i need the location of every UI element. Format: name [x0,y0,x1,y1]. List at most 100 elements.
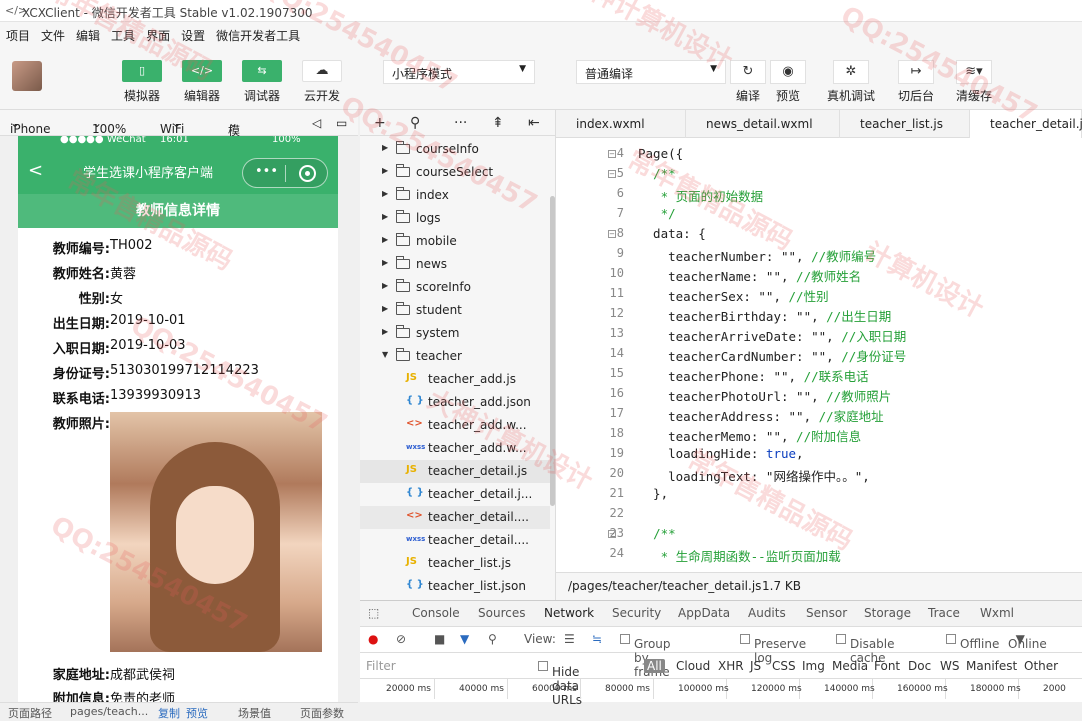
type-all[interactable]: All [644,659,665,673]
code-area[interactable]: 4− Page({5− /** 6 * 页面的初始数据 7 */8− data: {9… [556,146,1082,576]
tree-item[interactable]: JS teacher_list.js [360,552,550,575]
tree-item[interactable]: <> teacher_detail.... [360,506,550,529]
avatar[interactable] [12,61,42,91]
tree-item[interactable]: ▶ scoreInfo [360,276,550,299]
collapse-icon[interactable]: ⇤ [528,115,540,131]
tab-network[interactable]: Network [544,606,594,620]
tree-item[interactable]: ▶ index [360,184,550,207]
menu-settings[interactable]: 设置 [175,22,210,44]
camera-icon[interactable]: ■ [434,632,445,646]
menu-view[interactable]: 界面 [140,22,175,44]
tab-appdata[interactable]: AppData [678,606,730,620]
debugger-toggle-button[interactable]: ⇆ [242,60,282,82]
record-icon[interactable]: ● [368,632,378,646]
type-js[interactable]: JS [750,659,761,673]
chevron-right-icon[interactable]: ▶ [382,258,388,267]
tree-item[interactable]: <> teacher_add.w... [360,414,550,437]
filter-input[interactable]: Filter [366,659,396,673]
tab-teacher-detail-js[interactable]: teacher_detail.js [970,110,1082,138]
disable-cache-checkbox[interactable]: Disable cache [836,632,895,665]
tree-item[interactable]: { } teacher_add.json [360,391,550,414]
type-manifest[interactable]: Manifest [966,659,1017,673]
network-timeline[interactable]: 20000 ms 40000 ms 60000 ms 80000 ms 100000 m… [360,679,1082,703]
tree-item[interactable]: { } teacher_list.json [360,575,550,598]
tree-item[interactable]: ▶ news [360,253,550,276]
chevron-right-icon[interactable]: ▶ [382,166,388,175]
list-view-icon[interactable]: ☰ [564,632,575,646]
network-select[interactable]: WiFi ⌄ [160,116,184,136]
close-mini-program-icon[interactable] [299,165,316,182]
type-xhr[interactable]: XHR [718,659,744,673]
type-ws[interactable]: WS [940,659,959,673]
offline-checkbox[interactable]: Offline [946,632,999,651]
cloud-dev-button[interactable]: ☁ [302,60,342,82]
background-button[interactable]: ↦ [898,60,934,84]
remote-debug-button[interactable]: ✲ [833,60,869,84]
compile-mode-select[interactable]: 普通编译 ▼ [576,60,726,84]
copy-link[interactable]: 复制 [158,705,180,721]
tree-item[interactable]: ▶ system [360,322,550,345]
editor-toggle-button[interactable]: </> [182,60,222,82]
volume-icon[interactable]: ◁ [312,116,321,130]
menu-edit[interactable]: 编辑 [70,22,105,44]
preview-button[interactable]: ◉ [770,60,806,84]
tab-audits[interactable]: Audits [748,606,786,620]
preview-link[interactable]: 预览 [186,705,208,721]
chevron-right-icon[interactable]: ▶ [382,143,388,152]
tab-teacher-list-js[interactable]: teacher_list.js [840,110,970,138]
chevron-right-icon[interactable]: ▶ [382,235,388,244]
tab-index-wxml[interactable]: index.wxml [556,110,686,138]
tab-sensor[interactable]: Sensor [806,606,847,620]
tree-item[interactable]: ▼ teacher [360,345,550,368]
clear-cache-button[interactable]: ≋▾ [956,60,992,84]
capsule-menu[interactable]: ••• [242,158,328,188]
tab-security[interactable]: Security [612,606,661,620]
tree-item[interactable]: JS teacher_add.js [360,368,550,391]
tree-item[interactable]: ▶ logs [360,207,550,230]
tab-sources[interactable]: Sources [478,606,525,620]
hide-data-urls-checkbox[interactable]: Hide data URLs [538,659,582,707]
type-img[interactable]: Img [802,659,825,673]
tab-console[interactable]: Console [412,606,460,620]
operation-select[interactable]: 模拟操作 ⌄ [228,116,240,189]
chevron-right-icon[interactable]: ▶ [382,212,388,221]
tab-wxml[interactable]: Wxml [980,606,1014,620]
type-css[interactable]: CSS [772,659,796,673]
waterfall-view-icon[interactable]: ≒ [592,632,602,646]
scene-label[interactable]: 场景值 [238,705,271,721]
tab-storage[interactable]: Storage [864,606,911,620]
simulator-toggle-button[interactable]: ▯ [122,60,162,82]
tree-item[interactable]: ▶ mobile [360,230,550,253]
fold-toggle-icon[interactable]: − [608,170,616,178]
chevron-right-icon[interactable]: ▶ [382,189,388,198]
tab-trace[interactable]: Trace [928,606,960,620]
tree-item[interactable]: wxss teacher_add.w... [360,437,550,460]
fold-toggle-icon[interactable]: − [608,230,616,238]
more-icon[interactable]: ••• [255,164,278,179]
fold-toggle-icon[interactable]: − [608,530,616,538]
sort-icon[interactable]: ⇞ [492,115,504,131]
type-cloud[interactable]: Cloud [676,659,710,673]
inspect-icon[interactable]: ⬚ [368,606,379,620]
throttle-select[interactable]: Online ▼ [1008,632,1047,651]
search-icon[interactable]: ⚲ [410,115,420,131]
chevron-right-icon[interactable]: ▶ [382,281,388,290]
tree-item[interactable]: ▶ courseSelect [360,161,550,184]
filter-icon[interactable]: ▼ [460,632,469,646]
menu-wechat-devtools[interactable]: 微信开发者工具 [210,22,305,44]
type-doc[interactable]: Doc [908,659,931,673]
tree-item[interactable]: ▶ courseInfo [360,138,550,161]
plus-icon[interactable]: + [374,115,386,131]
more-icon[interactable]: ··· [454,115,467,131]
type-font[interactable]: Font [874,659,900,673]
tree-item[interactable]: { } teacher_detail.j... [360,483,550,506]
mode-select[interactable]: 小程序模式 ▼ [383,60,535,84]
tree-scrollbar[interactable] [550,196,555,506]
chevron-right-icon[interactable]: ▶ [382,304,388,313]
fold-toggle-icon[interactable]: − [608,150,616,158]
tree-item[interactable]: ▶ student [360,299,550,322]
params-label[interactable]: 页面参数 [300,705,344,721]
chevron-right-icon[interactable]: ▶ [382,327,388,336]
clear-icon[interactable]: ⊘ [396,632,406,646]
type-media[interactable]: Media [832,659,868,673]
